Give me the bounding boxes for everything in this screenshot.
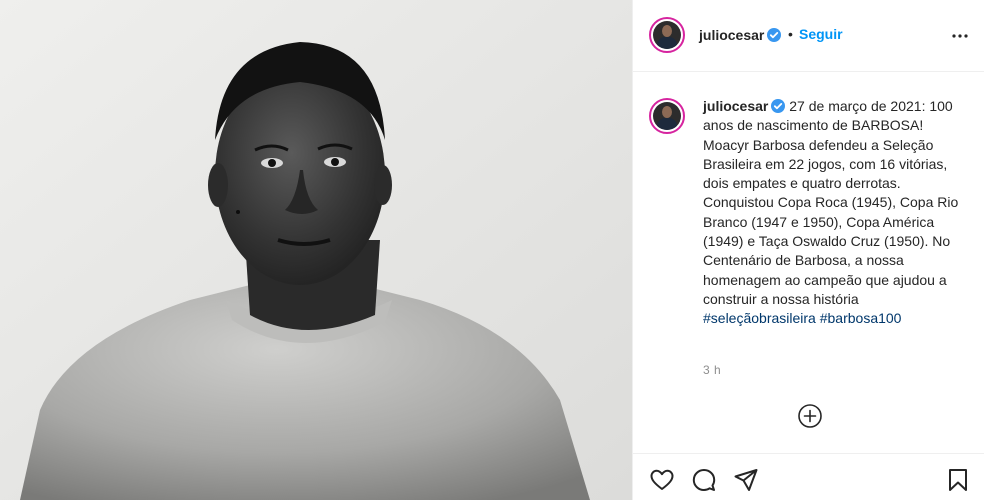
- post-header: juliocesar • Seguir: [633, 0, 984, 72]
- hashtag-link[interactable]: #seleçãobrasileira: [703, 310, 816, 326]
- comment-icon[interactable]: [691, 467, 717, 493]
- post-details-panel: juliocesar • Seguir juliocesar 27 de mar…: [632, 0, 984, 500]
- verified-badge-icon: [771, 99, 786, 113]
- header-username[interactable]: juliocesar: [699, 27, 764, 43]
- hashtag-link[interactable]: #barbosa100: [820, 310, 902, 326]
- avatar-photo: [653, 21, 681, 49]
- caption-text: 27 de março de 2021: 100 anos de nascime…: [703, 98, 959, 307]
- more-options-icon[interactable]: [951, 27, 969, 45]
- follow-button[interactable]: Seguir: [797, 26, 845, 42]
- post-timestamp[interactable]: 3 h: [703, 363, 721, 377]
- caption-username[interactable]: juliocesar: [703, 98, 768, 114]
- separator-dot: •: [788, 26, 793, 42]
- post-caption: juliocesar 27 de março de 2021: 100 anos…: [703, 97, 973, 329]
- add-circle-icon[interactable]: [796, 402, 824, 430]
- heart-icon[interactable]: [649, 467, 675, 493]
- verified-badge-icon: [767, 28, 781, 42]
- bookmark-icon[interactable]: [945, 467, 971, 493]
- post-photo: [0, 0, 632, 500]
- avatar-photo: [653, 102, 681, 130]
- avatar[interactable]: [649, 17, 685, 53]
- portrait-image: [0, 0, 632, 500]
- action-bar: [633, 453, 984, 500]
- share-icon[interactable]: [733, 467, 759, 493]
- caption-avatar[interactable]: [649, 98, 685, 134]
